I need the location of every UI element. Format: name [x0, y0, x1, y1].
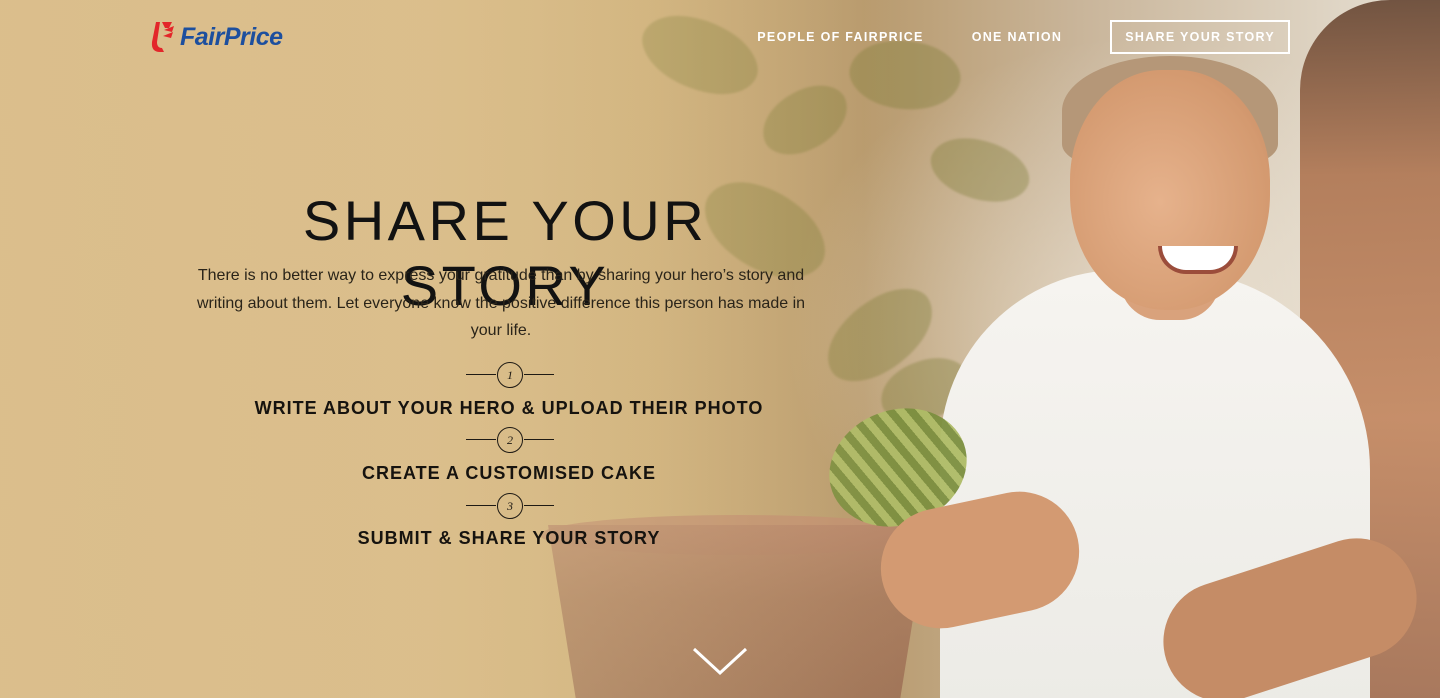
step-1-number: 1: [497, 362, 523, 388]
step-3-number: 3: [497, 493, 523, 519]
fairprice-logo-icon: [150, 20, 176, 54]
divider-line: [466, 439, 496, 440]
nav-share-your-story-button[interactable]: SHARE YOUR STORY: [1110, 20, 1290, 54]
divider-line: [524, 505, 554, 506]
divider-line: [466, 505, 496, 506]
step-2-label: CREATE A CUSTOMISED CAKE: [361, 463, 657, 483]
foliage-leaf: [922, 121, 1038, 219]
step-3-marker: 3: [466, 493, 554, 519]
divider-line: [466, 374, 496, 375]
chevron-down-icon[interactable]: [692, 645, 748, 677]
man-head: [1070, 70, 1270, 310]
divider-line: [524, 374, 554, 375]
step-2-marker: 2: [466, 427, 554, 453]
text-haze-overlay: [0, 0, 900, 698]
step-1-marker: 1: [466, 362, 554, 388]
step-2-number: 2: [497, 427, 523, 453]
divider-line: [524, 439, 554, 440]
nav-people-of-fairprice[interactable]: PEOPLE OF FAIRPRICE: [757, 30, 923, 44]
nav-one-nation[interactable]: ONE NATION: [972, 30, 1063, 44]
step-3-label: SUBMIT & SHARE YOUR STORY: [357, 528, 661, 548]
logo-text: FairPrice: [180, 22, 283, 51]
fairprice-logo[interactable]: FairPrice: [150, 20, 283, 54]
main-nav: PEOPLE OF FAIRPRICE ONE NATION SHARE YOU…: [709, 20, 1290, 54]
page-description: There is no better way to express your g…: [196, 267, 806, 339]
hero-section: FairPrice PEOPLE OF FAIRPRICE ONE NATION…: [0, 0, 1440, 698]
step-1-label: WRITE ABOUT YOUR HERO & UPLOAD THEIR PHO…: [254, 398, 764, 418]
